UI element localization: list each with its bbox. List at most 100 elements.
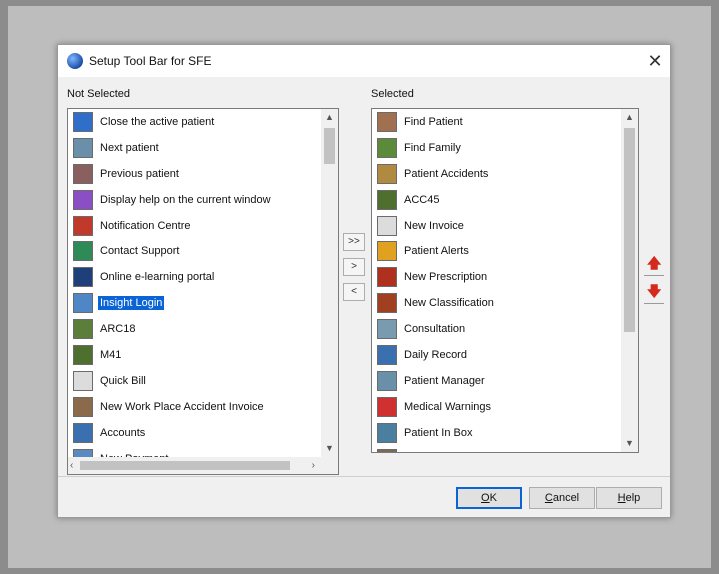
list-item[interactable]: Online e-learning portal: [68, 264, 273, 290]
list-item[interactable]: New Invoice: [372, 213, 496, 239]
list-item[interactable]: Find Family: [372, 135, 496, 161]
app-globe-icon: [67, 53, 83, 69]
help-hotkey: H: [617, 492, 626, 504]
scroll-down-icon[interactable]: ▼: [621, 435, 638, 452]
list-item[interactable]: New Classification: [372, 290, 496, 316]
scroll-right-icon[interactable]: ›: [312, 457, 315, 474]
cancel-button[interactable]: Cancel: [529, 487, 595, 509]
list-item[interactable]: Close the active patient: [68, 109, 273, 135]
prescription-icon: [377, 267, 397, 288]
list-item-label: Patient Accidents: [404, 167, 489, 180]
list-item[interactable]: Previous patient: [68, 161, 273, 187]
dialog-title: Setup Tool Bar for SFE: [89, 54, 212, 68]
list-item[interactable]: Insight Login: [68, 290, 273, 316]
scroll-down-icon[interactable]: ▼: [321, 440, 338, 457]
horizontal-scroll-thumb[interactable]: [80, 461, 290, 470]
medical-warnings-icon: [377, 396, 397, 417]
m41-icon: [73, 344, 93, 365]
list-item[interactable]: Display help on the current window: [68, 187, 273, 213]
providers-inbox-icon: [377, 448, 397, 452]
scroll-thumb[interactable]: [624, 128, 635, 332]
list-item-label: ARC18: [100, 323, 136, 336]
list-item-label: Quick Bill: [100, 374, 146, 387]
close-button[interactable]: ✕: [640, 45, 670, 77]
list-item[interactable]: New Prescription: [372, 264, 496, 290]
list-item-label: Close the active patient: [100, 115, 215, 128]
elearning-icon: [73, 267, 93, 288]
list-item-label: Notification Centre: [100, 219, 191, 232]
list-item[interactable]: Accounts: [68, 420, 273, 446]
list-item-label: New Classification: [404, 297, 494, 310]
list-item[interactable]: Daily Record: [372, 342, 496, 368]
reorder-divider: [644, 303, 664, 304]
find-family-icon: [377, 137, 397, 158]
move-up-arrow-icon[interactable]: 🡅: [647, 255, 661, 271]
list-item-label: M41: [100, 348, 122, 361]
list-item-label: Patient Alerts: [404, 245, 469, 258]
notification-icon: [73, 215, 93, 236]
scroll-left-icon[interactable]: ‹: [70, 457, 73, 474]
move-down-arrow-icon[interactable]: 🡇: [647, 283, 661, 299]
reorder-divider: [644, 275, 664, 276]
patient-manager-icon: [377, 370, 397, 391]
daily-record-icon: [377, 344, 397, 365]
list-item-label: Contact Support: [100, 245, 180, 258]
patient-inbox-icon: [377, 422, 397, 443]
not-selected-list[interactable]: Close the active patient Next patient Prev…: [67, 108, 339, 475]
add-all-button[interactable]: >>: [343, 233, 365, 251]
not-selected-vertical-scrollbar[interactable]: ▲ ▼: [321, 109, 338, 457]
list-item[interactable]: ARC18: [68, 316, 273, 342]
quick-bill-icon: [73, 370, 93, 391]
ok-hotkey: O: [481, 492, 490, 504]
arc18-icon: [73, 319, 93, 340]
remove-button[interactable]: <: [343, 283, 365, 301]
list-item-label: Insight Login: [98, 296, 165, 311]
selected-items: Find Patient Find Family Patient Accidents…: [372, 109, 496, 452]
ok-button[interactable]: OK: [456, 487, 522, 509]
list-item-label: Daily Record: [404, 348, 467, 361]
list-item-label: Online e-learning portal: [100, 271, 215, 284]
list-item-label: Patient Manager: [404, 374, 485, 387]
list-item[interactable]: New Work Place Accident Invoice: [68, 394, 273, 420]
list-item[interactable]: Patient Alerts: [372, 238, 496, 264]
list-item[interactable]: M41: [68, 342, 273, 368]
acc45-icon: [377, 189, 397, 210]
list-item-label: New Prescription: [404, 271, 488, 284]
list-item[interactable]: Consultation: [372, 316, 496, 342]
not-selected-label: Not Selected: [67, 88, 130, 100]
list-item-label: New Invoice: [404, 219, 464, 232]
cancel-hotkey: C: [544, 492, 553, 504]
list-item[interactable]: Patient Manager: [372, 368, 496, 394]
list-item[interactable]: ACC45: [372, 187, 496, 213]
scrollbar-corner: [321, 457, 338, 474]
list-item[interactable]: Notification Centre: [68, 213, 273, 239]
scroll-up-icon[interactable]: ▲: [321, 109, 338, 126]
not-selected-items: Close the active patient Next patient Prev…: [68, 109, 273, 471]
list-item[interactable]: Contact Support: [68, 238, 273, 264]
help-button[interactable]: Help: [596, 487, 662, 509]
list-item[interactable]: Patient Accidents: [372, 161, 496, 187]
find-patient-icon: [377, 111, 397, 132]
contact-support-icon: [73, 241, 93, 262]
list-item[interactable]: Patient In Box: [372, 420, 496, 446]
cancel-label: ancel: [552, 492, 580, 504]
list-item[interactable]: Find Patient: [372, 109, 496, 135]
list-item-label: Previous patient: [100, 167, 179, 180]
previous-patient-icon: [73, 163, 93, 184]
add-button[interactable]: >: [343, 258, 365, 276]
help-label: elp: [625, 492, 641, 504]
selected-vertical-scrollbar[interactable]: ▲ ▼: [621, 109, 638, 452]
scroll-thumb[interactable]: [324, 128, 335, 164]
list-item-label: Next patient: [100, 141, 159, 154]
accident-invoice-icon: [73, 396, 93, 417]
list-item-label: New Work Place Accident Invoice: [100, 400, 264, 413]
list-item[interactable]: Quick Bill: [68, 368, 273, 394]
list-item[interactable]: Medical Warnings: [372, 394, 496, 420]
list-item[interactable]: Providers In Box: [372, 446, 496, 452]
list-item[interactable]: Next patient: [68, 135, 273, 161]
title-bar: Setup Tool Bar for SFE ✕: [58, 45, 670, 77]
selected-list[interactable]: Find Patient Find Family Patient Accidents…: [371, 108, 639, 453]
scroll-up-icon[interactable]: ▲: [621, 109, 638, 126]
consultation-icon: [377, 319, 397, 340]
not-selected-horizontal-scrollbar[interactable]: ‹ ›: [68, 457, 321, 474]
